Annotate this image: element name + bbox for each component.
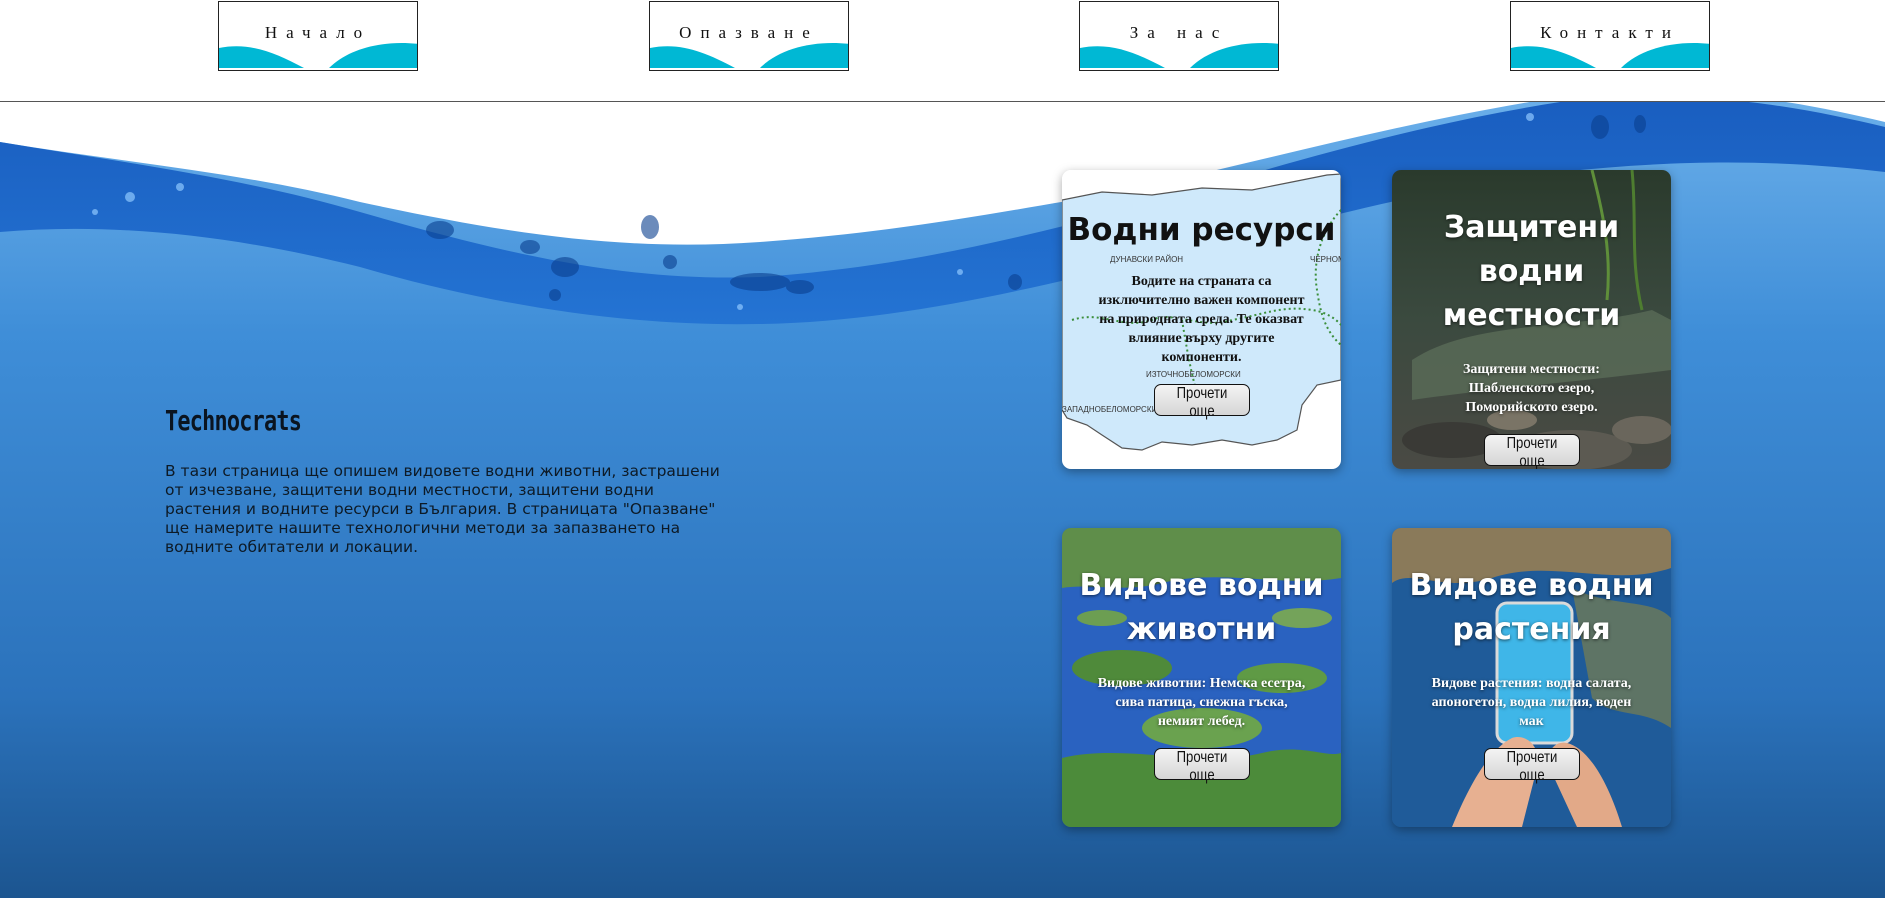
card-description: Видове животни: Немска есетра, сива пати… (1097, 676, 1306, 729)
wave-decoration-icon (1080, 43, 1278, 68)
card-description: Водите на страната са изключително важен… (1098, 274, 1305, 365)
wave-decoration-icon (650, 43, 848, 68)
card-title: Защитени водни местности (1442, 210, 1621, 333)
map-label-blacksea: ЧЕРНОМОРСКИ РАЙОН (1310, 255, 1341, 264)
read-more-label: Прочети още (1506, 435, 1557, 469)
read-more-button[interactable]: Прочети още (1483, 748, 1580, 784)
wave-decoration-icon (1511, 43, 1709, 68)
nav-contacts-label: Контакти (1540, 23, 1680, 42)
map-label-west: ЗАПАДНОБЕЛОМОРСКИ (1062, 405, 1157, 414)
intro-paragraph: В тази страница ще опишем видовете водни… (165, 462, 720, 556)
site-title: Technocrats (165, 404, 302, 437)
card-water-animals[interactable]: Видове водни животни Видове животни: Нем… (1062, 528, 1341, 827)
map-label-east: ИЗТОЧНОБЕЛОМОРСКИ (1146, 370, 1241, 379)
read-more-button[interactable]: Прочети още (1483, 434, 1580, 469)
card-water-resources[interactable]: ДУНАВСКИ РАЙОН ЧЕРНОМОРСКИ РАЙОН ИЗТОЧНО… (1062, 170, 1341, 469)
nav-about-label: За нас (1129, 23, 1229, 42)
card-description: Видове растения: водна салата, апоногето… (1431, 676, 1632, 729)
read-more-label: Прочети още (1506, 749, 1557, 784)
nav-contacts-button[interactable]: Контакти (1510, 1, 1710, 71)
nav-home-button[interactable]: Начало (218, 1, 418, 71)
card-title: Водни ресурси (1067, 212, 1336, 248)
read-more-label: Прочети още (1176, 385, 1227, 420)
read-more-button[interactable]: Прочети още (1153, 748, 1250, 784)
nav-home-label: Начало (264, 23, 372, 42)
card-title: Видове водни растения (1409, 568, 1654, 647)
top-navigation: Начало Опазване За нас Контакти (0, 0, 1885, 102)
read-more-button[interactable]: Прочети още (1153, 384, 1250, 420)
wave-decoration-icon (219, 43, 417, 68)
map-label-danube: ДУНАВСКИ РАЙОН (1110, 255, 1183, 264)
nav-protection-button[interactable]: Опазване (649, 1, 849, 71)
nav-protection-label: Опазване (679, 23, 819, 42)
card-description: Защитени местности: Шабленското езеро, П… (1463, 362, 1600, 415)
card-protected-areas[interactable]: Защитени водни местности Защитени местно… (1392, 170, 1671, 469)
nav-about-button[interactable]: За нас (1079, 1, 1279, 71)
card-water-plants[interactable]: Видове водни растения Видове растения: в… (1392, 528, 1671, 827)
read-more-label: Прочети още (1176, 749, 1227, 784)
card-title: Видове водни животни (1079, 568, 1324, 647)
